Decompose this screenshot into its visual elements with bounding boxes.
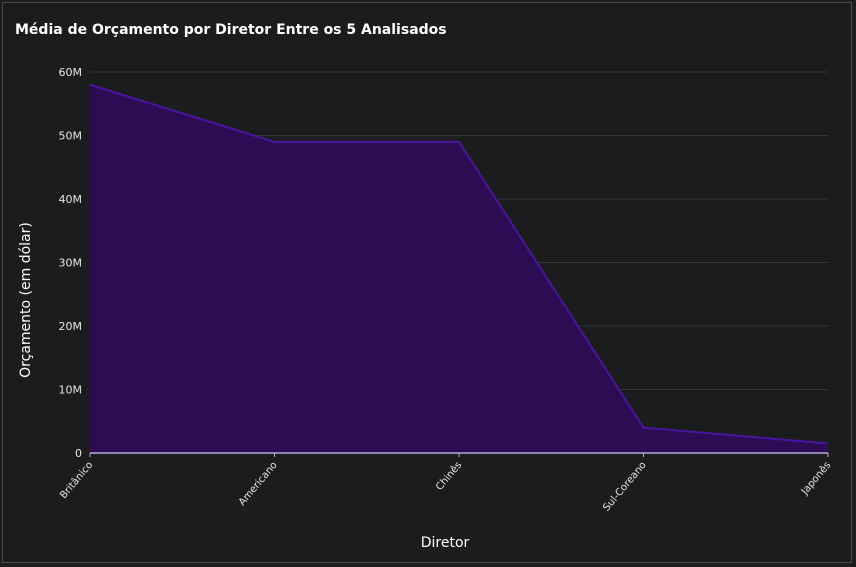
x-tick-label: Sul-Coreano xyxy=(601,460,649,514)
y-tick-label: 60M xyxy=(59,66,83,79)
y-axis-label: Orçamento (em dólar) xyxy=(18,222,34,378)
area-chart: 0 10M 20M 30M 40M 50M 60M Britânico Americano Ch… xyxy=(18,66,833,551)
x-tick-label: Japonês xyxy=(798,459,833,498)
x-tick-label: Chinês xyxy=(433,459,464,493)
y-tick-label: 30M xyxy=(59,257,83,270)
x-tick-label: Britânico xyxy=(57,459,95,501)
y-tick-label: 20M xyxy=(59,320,83,333)
x-tick-labels: Britânico Americano Chinês Sul-Coreano Japon… xyxy=(57,453,833,514)
area-series[interactable] xyxy=(90,84,828,453)
x-tick-label: Americano xyxy=(237,460,280,508)
y-tick-label: 10M xyxy=(59,384,83,397)
x-axis-label: Diretor xyxy=(421,535,470,551)
y-tick-labels: 0 10M 20M 30M 40M 50M 60M xyxy=(59,66,83,460)
y-tick-label: 0 xyxy=(75,447,82,460)
y-tick-label: 40M xyxy=(59,193,83,206)
y-tick-label: 50M xyxy=(59,130,83,143)
